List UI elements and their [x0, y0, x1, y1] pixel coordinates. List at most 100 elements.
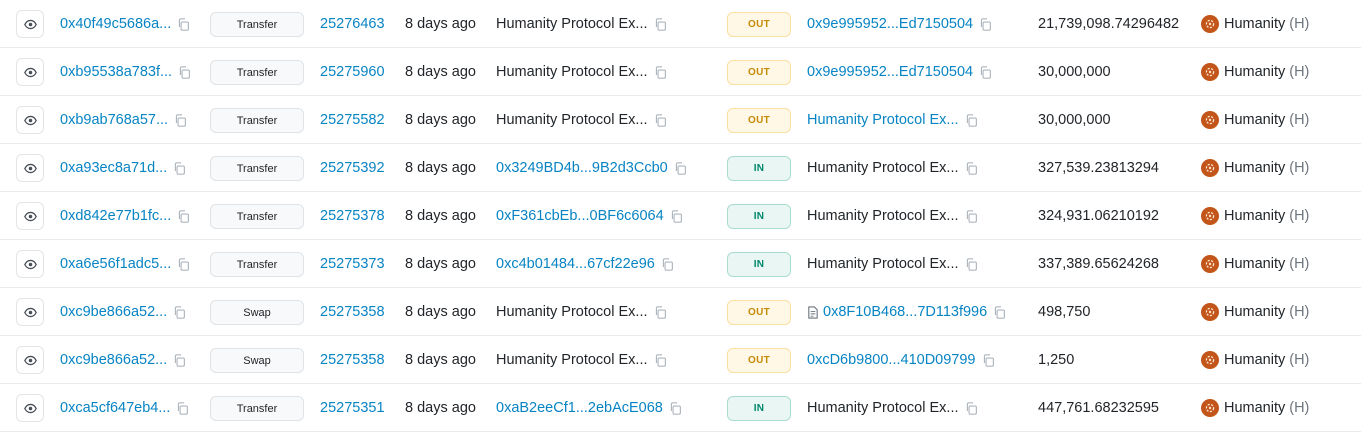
from-address[interactable]: Humanity Protocol Ex...: [496, 112, 648, 128]
eye-icon: [23, 355, 37, 365]
copy-icon[interactable]: [979, 17, 992, 31]
copy-icon[interactable]: [178, 65, 191, 79]
copy-icon[interactable]: [670, 209, 683, 223]
copy-icon[interactable]: [674, 161, 687, 175]
token-name-link[interactable]: Humanity: [1224, 208, 1285, 224]
token-name-link[interactable]: Humanity: [1224, 304, 1285, 320]
copy-icon[interactable]: [654, 113, 667, 127]
from-address[interactable]: 0xc4b01484...67cf22e96: [496, 256, 655, 272]
method-badge: Transfer: [210, 108, 304, 133]
copy-icon[interactable]: [173, 353, 186, 367]
copy-icon[interactable]: [965, 257, 978, 271]
view-details-button[interactable]: [16, 154, 44, 182]
view-details-button[interactable]: [16, 298, 44, 326]
tx-hash-link[interactable]: 0x40f49c5686a...: [60, 16, 171, 32]
copy-icon[interactable]: [669, 401, 682, 415]
tx-hash-link[interactable]: 0xd842e77b1fc...: [60, 208, 171, 224]
to-address[interactable]: 0x9e995952...Ed7150504: [807, 64, 973, 80]
tx-hash-link[interactable]: 0xc9be866a52...: [60, 304, 167, 320]
from-address[interactable]: 0xaB2eeCf1...2ebAcE068: [496, 400, 663, 416]
to-address[interactable]: 0x8F10B468...7D113f996: [823, 304, 987, 320]
from-address[interactable]: Humanity Protocol Ex...: [496, 352, 648, 368]
to-address[interactable]: Humanity Protocol Ex...: [807, 208, 959, 224]
age-cell: 8 days ago: [405, 384, 476, 432]
view-details-button[interactable]: [16, 10, 44, 38]
to-address[interactable]: Humanity Protocol Ex...: [807, 160, 959, 176]
block-link[interactable]: 25275358: [320, 352, 385, 368]
from-address[interactable]: Humanity Protocol Ex...: [496, 16, 648, 32]
method-badge: Transfer: [210, 396, 304, 421]
tx-hash-link[interactable]: 0xca5cf647eb4...: [60, 400, 170, 416]
copy-icon[interactable]: [654, 65, 667, 79]
copy-icon[interactable]: [654, 353, 667, 367]
copy-icon[interactable]: [654, 305, 667, 319]
view-details-button[interactable]: [16, 394, 44, 422]
age-text: 8 days ago: [405, 160, 476, 176]
copy-icon[interactable]: [661, 257, 674, 271]
direction-badge: OUT: [727, 300, 791, 325]
age-cell: 8 days ago: [405, 96, 476, 144]
copy-icon[interactable]: [982, 353, 995, 367]
from-address[interactable]: Humanity Protocol Ex...: [496, 64, 648, 80]
copy-icon[interactable]: [965, 113, 978, 127]
token-cell: Humanity (H): [1201, 336, 1309, 384]
view-details-button[interactable]: [16, 346, 44, 374]
copy-icon[interactable]: [177, 257, 190, 271]
from-address[interactable]: 0x3249BD4b...9B2d3Ccb0: [496, 160, 668, 176]
view-details-button[interactable]: [16, 202, 44, 230]
block-cell: 25275373: [320, 240, 385, 288]
block-link[interactable]: 25275378: [320, 208, 385, 224]
copy-icon[interactable]: [965, 401, 978, 415]
token-name-link[interactable]: Humanity: [1224, 64, 1285, 80]
block-link[interactable]: 25275373: [320, 256, 385, 272]
copy-icon[interactable]: [965, 161, 978, 175]
copy-icon[interactable]: [176, 401, 189, 415]
to-address[interactable]: 0xcD6b9800...410D09799: [807, 352, 976, 368]
method-badge: Transfer: [210, 204, 304, 229]
tx-hash-link[interactable]: 0xc9be866a52...: [60, 352, 167, 368]
view-details-button[interactable]: [16, 250, 44, 278]
eye-icon: [23, 211, 37, 221]
copy-icon[interactable]: [173, 305, 186, 319]
view-details-button[interactable]: [16, 106, 44, 134]
copy-icon[interactable]: [979, 65, 992, 79]
to-address[interactable]: Humanity Protocol Ex...: [807, 400, 959, 416]
view-details-button[interactable]: [16, 58, 44, 86]
tx-hash-link[interactable]: 0xa6e56f1adc5...: [60, 256, 171, 272]
table-row: 0xd842e77b1fc... Transfer 25275378 8 day…: [0, 192, 1361, 240]
copy-icon[interactable]: [965, 209, 978, 223]
eye-icon: [23, 307, 37, 317]
to-address[interactable]: Humanity Protocol Ex...: [807, 256, 959, 272]
block-link[interactable]: 25275582: [320, 112, 385, 128]
to-address[interactable]: Humanity Protocol Ex...: [807, 112, 959, 128]
block-link[interactable]: 25275960: [320, 64, 385, 80]
tx-hash-link[interactable]: 0xb9ab768a57...: [60, 112, 168, 128]
copy-icon[interactable]: [174, 113, 187, 127]
to-cell: Humanity Protocol Ex...: [807, 384, 978, 432]
token-cell: Humanity (H): [1201, 288, 1309, 336]
token-name-link[interactable]: Humanity: [1224, 256, 1285, 272]
token-name-link[interactable]: Humanity: [1224, 16, 1285, 32]
tx-hash-link[interactable]: 0xb95538a783f...: [60, 64, 172, 80]
to-address[interactable]: 0x9e995952...Ed7150504: [807, 16, 973, 32]
block-link[interactable]: 25275351: [320, 400, 385, 416]
from-address[interactable]: 0xF361cbEb...0BF6c6064: [496, 208, 664, 224]
token-name-link[interactable]: Humanity: [1224, 400, 1285, 416]
block-link[interactable]: 25275358: [320, 304, 385, 320]
copy-icon[interactable]: [173, 161, 186, 175]
copy-icon[interactable]: [177, 17, 190, 31]
token-name-link[interactable]: Humanity: [1224, 112, 1285, 128]
copy-icon[interactable]: [177, 209, 190, 223]
token-name-link[interactable]: Humanity: [1224, 352, 1285, 368]
copy-icon[interactable]: [993, 305, 1006, 319]
copy-icon[interactable]: [654, 17, 667, 31]
from-address[interactable]: Humanity Protocol Ex...: [496, 304, 648, 320]
table-row: 0xa93ec8a71d... Transfer 25275392 8 days…: [0, 144, 1361, 192]
tx-hash-link[interactable]: 0xa93ec8a71d...: [60, 160, 167, 176]
token-symbol: (H): [1289, 352, 1310, 368]
block-link[interactable]: 25276463: [320, 16, 385, 32]
amount-value: 447,761.68232595: [1038, 400, 1159, 416]
token-symbol: (H): [1289, 112, 1310, 128]
block-link[interactable]: 25275392: [320, 160, 385, 176]
token-name-link[interactable]: Humanity: [1224, 160, 1285, 176]
